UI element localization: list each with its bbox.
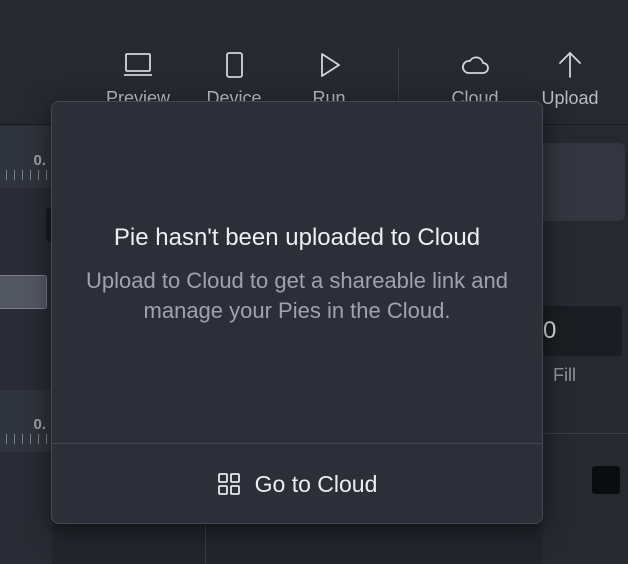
popover-title: Pie hasn't been uploaded to Cloud (113, 224, 481, 251)
right-divider (543, 433, 628, 434)
ruler-slider-2[interactable]: 0. (0, 390, 52, 452)
ruler-value: 0. (33, 152, 46, 169)
right-value-text: 0 (543, 317, 557, 344)
play-icon (321, 53, 340, 77)
ruler-ticks (6, 170, 48, 180)
upload-button[interactable]: Upload (535, 50, 605, 112)
bottom-divider (205, 525, 206, 564)
go-to-cloud-label: Go to Cloud (254, 470, 378, 497)
laptop-icon (124, 53, 152, 76)
arrow-up-icon (559, 52, 581, 78)
ruler-slider[interactable]: 0. (0, 126, 52, 188)
fill-label: Fill (553, 365, 576, 385)
upload-label: Upload (541, 88, 599, 108)
grid-icon (217, 473, 240, 495)
ruler-value-2: 0. (33, 416, 46, 433)
left-panel (0, 125, 52, 564)
cloud-icon (462, 56, 489, 74)
popover-body: Upload to Cloud to get a shareable link … (86, 268, 508, 323)
go-to-cloud-button[interactable]: Go to Cloud (52, 444, 542, 524)
cloud-popover: Pie hasn't been uploaded to Cloud Upload… (51, 101, 543, 524)
color-swatch[interactable] (592, 466, 620, 494)
right-preview-box[interactable] (543, 143, 625, 221)
ruler-ticks-2 (6, 434, 48, 444)
app-window: Preview Device Run Cloud Upload 0. 0. 0 … (0, 0, 628, 564)
left-input-field[interactable] (0, 275, 47, 309)
phone-icon (226, 52, 243, 78)
right-value-field[interactable]: 0 (543, 306, 622, 356)
